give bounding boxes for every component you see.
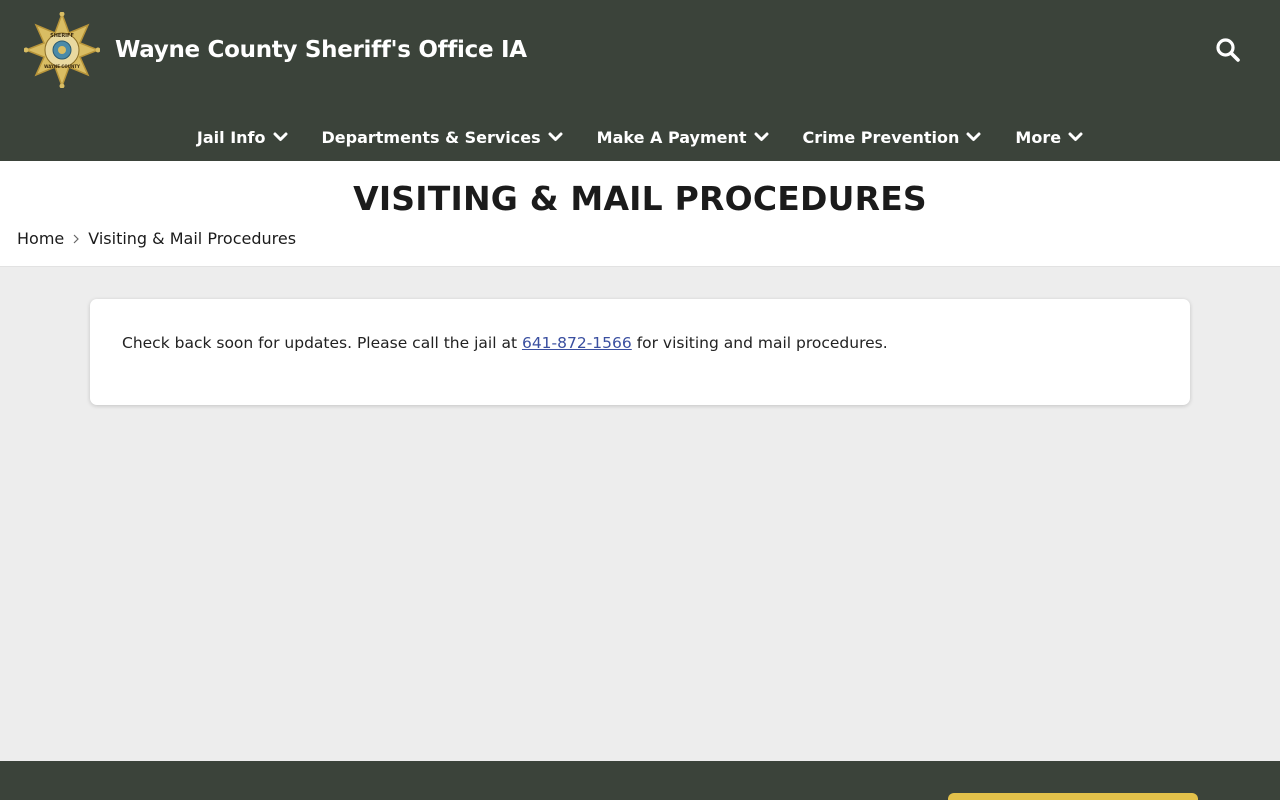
- chevron-down-icon: [754, 132, 769, 142]
- search-icon: [1216, 38, 1240, 62]
- chevron-down-icon: [1068, 132, 1083, 142]
- content-text-before: Check back soon for updates. Please call…: [122, 334, 522, 352]
- content-text-after: for visiting and mail procedures.: [631, 334, 888, 352]
- badge-top-text: SHERIFF: [50, 33, 74, 39]
- nav-item-label: More: [1015, 127, 1062, 147]
- badge-bottom-text: WAYNE COUNTY: [44, 64, 80, 69]
- main-nav: Jail Info Departments & Services Make A …: [0, 120, 1280, 154]
- chevron-right-icon: [72, 234, 80, 244]
- chevron-down-icon: [548, 132, 563, 142]
- chevron-down-icon: [966, 132, 981, 142]
- content-card: Check back soon for updates. Please call…: [90, 299, 1190, 405]
- nav-item-jail-info[interactable]: Jail Info: [197, 128, 288, 147]
- page-title: VISITING & MAIL PROCEDURES: [353, 179, 927, 218]
- search-button[interactable]: [1212, 34, 1244, 66]
- nav-item-departments-services[interactable]: Departments & Services: [322, 128, 563, 147]
- nav-item-label: Make A Payment: [596, 127, 747, 147]
- page-title-bar: VISITING & MAIL PROCEDURES Home Visiting…: [0, 161, 1280, 267]
- jail-phone-link[interactable]: 641-872-1566: [522, 334, 632, 352]
- content-paragraph: Check back soon for updates. Please call…: [122, 334, 888, 352]
- breadcrumb: Home Visiting & Mail Procedures: [17, 229, 296, 248]
- site-footer: [0, 761, 1280, 800]
- nav-item-label: Jail Info: [196, 127, 266, 147]
- nav-item-crime-prevention[interactable]: Crime Prevention: [803, 128, 982, 147]
- nav-item-make-a-payment[interactable]: Make A Payment: [597, 128, 769, 147]
- home-logo-link[interactable]: SHERIFF WAYNE COUNTY Wayne County Sherif…: [24, 12, 544, 88]
- footer-action-button[interactable]: [948, 793, 1198, 800]
- breadcrumb-home-link[interactable]: Home: [17, 229, 64, 248]
- site-title: Wayne County Sheriff's Office IA: [115, 37, 527, 63]
- site-header: SHERIFF WAYNE COUNTY Wayne County Sherif…: [0, 0, 1280, 161]
- sheriff-badge-icon: SHERIFF WAYNE COUNTY: [24, 12, 100, 88]
- nav-item-more[interactable]: More: [1015, 128, 1083, 147]
- nav-item-label: Departments & Services: [321, 127, 541, 147]
- nav-item-label: Crime Prevention: [802, 127, 960, 147]
- chevron-down-icon: [273, 132, 288, 142]
- breadcrumb-current: Visiting & Mail Procedures: [88, 229, 297, 248]
